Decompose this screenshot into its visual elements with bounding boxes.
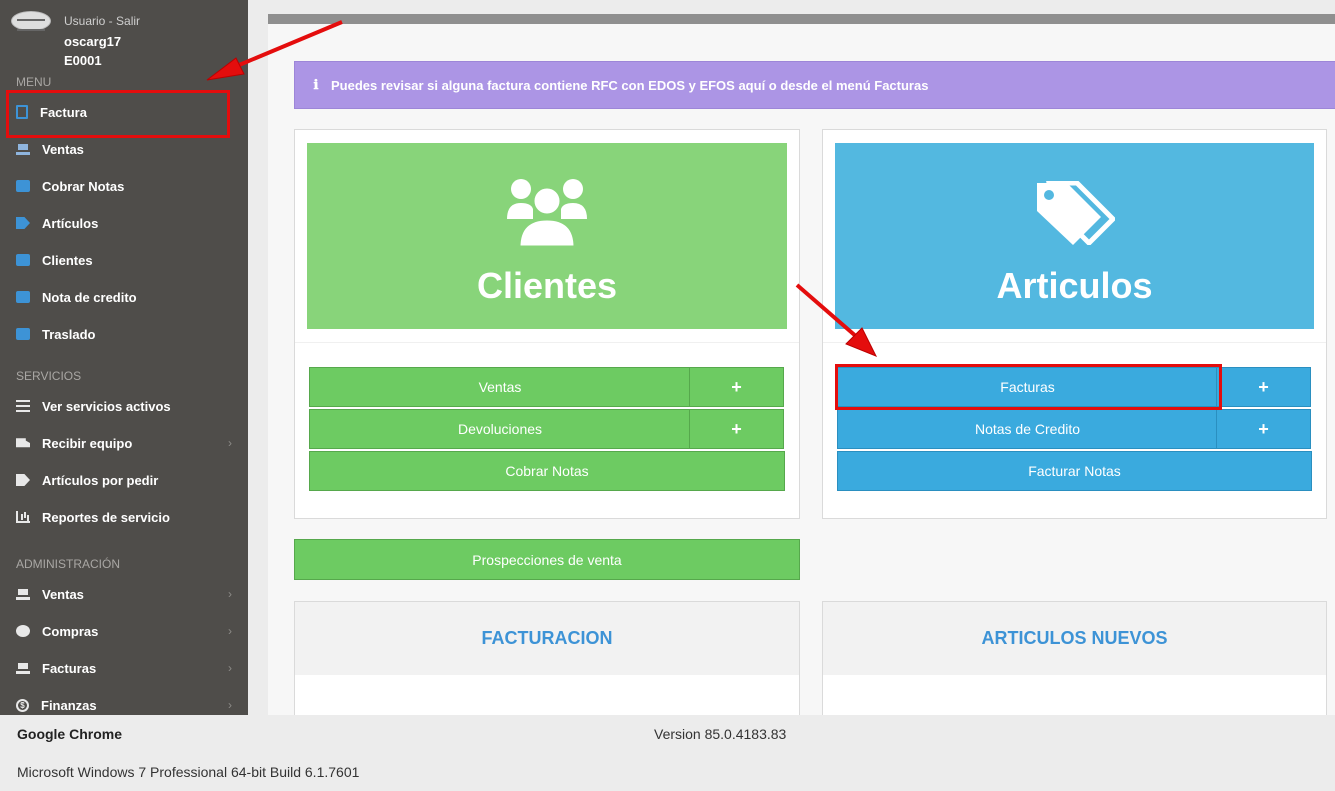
gear-icon (16, 625, 30, 637)
sidebar-item-label: Reportes de servicio (42, 509, 170, 525)
sidebar-item-articulos-por-pedir[interactable]: Artículos por pedir (0, 463, 248, 497)
articulos-title: Articulos (996, 265, 1153, 306)
clientes-title: Clientes (476, 265, 618, 306)
cart-icon (16, 588, 30, 600)
sidebar-item-label: Recibir equipo (42, 435, 133, 451)
user-code: E0001 (64, 53, 102, 68)
browser-version: Version 85.0.4183.83 (654, 726, 787, 742)
clientes-card-header[interactable]: Clientes (307, 143, 787, 329)
info-icon: ℹ (313, 77, 319, 92)
browser-name: Google Chrome (17, 726, 123, 742)
sidebar: Usuario - Salir oscarg17 E0001 MENU Fact… (0, 0, 248, 715)
sidebar-item-label: Artículos (42, 215, 99, 231)
articulos-card-header[interactable]: Articulos (835, 143, 1314, 329)
user-logout-link[interactable]: Usuario - Salir (64, 14, 140, 28)
system-info-footer: Google Chrome Version 85.0.4183.83 Micro… (0, 715, 1335, 791)
os-info: Microsoft Windows 7 Professional 64-bit … (17, 764, 360, 780)
facturacion-panel: FACTURACION (294, 601, 800, 715)
sidebar-item-label: Ventas (42, 586, 84, 602)
articulos-card: Articulos Facturas + Notas de Credito + … (822, 129, 1327, 519)
sidebar-item-label: Clientes (42, 252, 93, 268)
sidebar-item-label: Compras (42, 623, 99, 639)
highlight-box-factura (6, 90, 230, 138)
sidebar-item-label: Nota de credito (42, 289, 137, 305)
notas-de-credito-button[interactable]: Notas de Credito (837, 409, 1218, 449)
prospecciones-button[interactable]: Prospecciones de venta (294, 539, 800, 580)
add-venta-button[interactable]: + (689, 367, 784, 407)
sidebar-item-articulos[interactable]: Artículos (0, 206, 248, 240)
address-book-icon (16, 254, 30, 266)
chevron-right-icon: › (228, 436, 232, 450)
sidebar-item-label: Finanzas (41, 697, 97, 713)
users-icon (507, 179, 587, 249)
chevron-right-icon: › (228, 624, 232, 638)
sidebar-item-label: Ventas (42, 141, 84, 157)
add-devolucion-button[interactable]: + (689, 409, 784, 449)
sidebar-item-traslado[interactable]: Traslado (0, 317, 248, 351)
section-title-servicios: SERVICIOS (16, 369, 82, 383)
facturar-notas-button[interactable]: Facturar Notas (837, 451, 1312, 491)
tags-icon (16, 474, 30, 486)
articulos-nuevos-title: ARTICULOS NUEVOS (823, 602, 1326, 675)
sidebar-item-cobrar-notas[interactable]: Cobrar Notas (0, 169, 248, 203)
sidebar-item-compras[interactable]: Compras › (0, 614, 248, 648)
truck-icon (16, 438, 30, 448)
info-alert[interactable]: ℹ Puedes revisar si alguna factura conti… (294, 61, 1335, 109)
add-nota-credito-button[interactable]: + (1216, 409, 1311, 449)
highlight-box-facturas (835, 364, 1222, 410)
tags-icon (1037, 181, 1115, 245)
chevron-right-icon: › (228, 661, 232, 675)
info-alert-text: Puedes revisar si alguna factura contien… (331, 77, 929, 93)
file-icon (16, 328, 30, 340)
clientes-card: Clientes Ventas + Devoluciones + Cobrar … (294, 129, 800, 519)
sidebar-item-label: Traslado (42, 326, 96, 342)
dollar-icon: $ (16, 698, 29, 712)
sidebar-item-nota-de-credito[interactable]: Nota de credito (0, 280, 248, 314)
cart-icon (16, 143, 30, 155)
sidebar-item-label: Ver servicios activos (42, 398, 171, 414)
chevron-right-icon: › (228, 587, 232, 601)
sidebar-item-clientes[interactable]: Clientes (0, 243, 248, 277)
sidebar-item-finanzas[interactable]: $ Finanzas › (0, 688, 248, 715)
divider (823, 342, 1326, 343)
sidebar-item-facturas[interactable]: Facturas › (0, 651, 248, 685)
chevron-right-icon: › (228, 698, 232, 712)
divider (295, 342, 799, 343)
devoluciones-button[interactable]: Devoluciones (309, 409, 691, 449)
file-icon (16, 291, 30, 303)
tags-icon (16, 217, 30, 229)
sidebar-item-label: Artículos por pedir (42, 472, 159, 488)
list-icon (16, 400, 30, 412)
main-content: ℹ Puedes revisar si alguna factura conti… (268, 14, 1335, 715)
ventas-button[interactable]: Ventas (309, 367, 691, 407)
cobrar-notas-button[interactable]: Cobrar Notas (309, 451, 785, 491)
sidebar-item-recibir-equipo[interactable]: Recibir equipo › (0, 426, 248, 460)
section-title-administracion: ADMINISTRACIÓN (16, 557, 121, 571)
money-icon (16, 180, 30, 192)
company-logo (11, 11, 51, 31)
cart-icon (16, 662, 30, 674)
sidebar-item-ver-servicios-activos[interactable]: Ver servicios activos (0, 389, 248, 423)
sidebar-item-label: Facturas (42, 660, 97, 676)
sidebar-item-reportes-de-servicio[interactable]: Reportes de servicio (0, 500, 248, 534)
sidebar-item-label: Cobrar Notas (42, 178, 125, 194)
articulos-nuevos-panel: ARTICULOS NUEVOS (822, 601, 1327, 715)
username: oscarg17 (64, 34, 122, 49)
bar-chart-icon (16, 511, 30, 523)
add-factura-button[interactable]: + (1216, 367, 1311, 407)
section-title-menu: MENU (16, 75, 52, 89)
top-bar (268, 14, 1335, 24)
sidebar-item-admin-ventas[interactable]: Ventas › (0, 577, 248, 611)
facturacion-title: FACTURACION (295, 602, 799, 675)
